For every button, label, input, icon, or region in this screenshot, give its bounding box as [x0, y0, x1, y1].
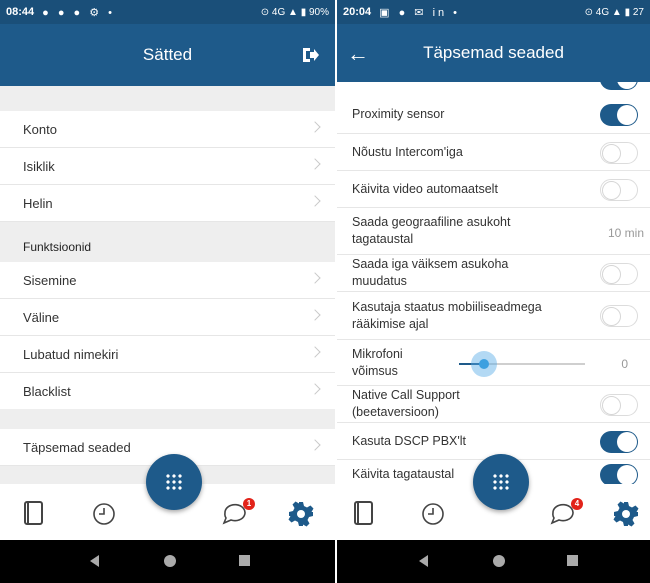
- chevron-right-icon: [309, 272, 321, 284]
- chevron-right-icon: [309, 195, 321, 207]
- toggle-switch[interactable]: [600, 82, 638, 90]
- page-title: Täpsemad seaded: [423, 43, 564, 62]
- settings-item-label: Blacklist: [23, 383, 71, 399]
- setting-label: Saada geograafiline asukoht tagataustal: [352, 215, 511, 246]
- divider: [0, 409, 335, 429]
- chevron-right-icon: [309, 439, 321, 451]
- status-bar: 08:44 ● ● ● ⚙ • ⊙ 4G ▲ ▮ 90%: [0, 0, 335, 24]
- recents-square-icon[interactable]: [567, 555, 578, 566]
- settings-item-label: Helin: [23, 195, 53, 211]
- system-nav-bar: [0, 540, 335, 583]
- logout-icon[interactable]: [301, 46, 319, 64]
- toggle-switch[interactable]: [600, 178, 638, 201]
- dialpad-icon: [492, 473, 510, 491]
- back-triangle-icon[interactable]: [90, 555, 99, 567]
- divider: [0, 86, 335, 111]
- section-label: Funktsioonid: [23, 240, 92, 254]
- history-clock-icon[interactable]: [421, 502, 445, 526]
- settings-item[interactable]: Lubatud nimekiri: [0, 336, 335, 373]
- chevron-right-icon: [309, 121, 321, 133]
- toggle-switch[interactable]: [600, 262, 638, 285]
- settings-item[interactable]: Sisemine: [0, 262, 335, 299]
- setting-row[interactable]: Nõustu Intercom'iga: [337, 134, 650, 171]
- setting-label: Native Call Support (beetaversioon): [352, 388, 460, 419]
- status-right: ⊙ 4G ▲ ▮ 90%: [260, 6, 329, 18]
- page-title: Sätted: [142, 45, 193, 64]
- recents-square-icon[interactable]: [239, 555, 250, 566]
- settings-item-label: Konto: [23, 121, 57, 137]
- settings-item-label: Lubatud nimekiri: [23, 346, 119, 362]
- advanced-settings-screen: 20:04 ▣ ● ✉ in • ⊙ 4G ▲ ▮ 27 ← Täpsemad …: [337, 0, 650, 583]
- toggle-switch[interactable]: [600, 430, 638, 453]
- dialpad-button[interactable]: [146, 454, 202, 510]
- notification-icons: ● ● ● ⚙ •: [42, 6, 116, 19]
- unread-badge: 1: [243, 498, 255, 510]
- system-nav-bar: [337, 540, 650, 583]
- toggle-switch[interactable]: [600, 464, 638, 484]
- setting-label: Kasuta DSCP PBX'lt: [352, 433, 467, 448]
- toggle-switch[interactable]: [600, 141, 638, 164]
- setting-row[interactable]: Saada iga väiksem asukoha muudatus: [337, 255, 650, 292]
- settings-gear-icon[interactable]: [613, 501, 639, 527]
- status-bar: 20:04 ▣ ● ✉ in • ⊙ 4G ▲ ▮ 27: [337, 0, 650, 24]
- settings-item-label: Sisemine: [23, 272, 77, 288]
- app-bar: Sätted: [0, 24, 335, 86]
- settings-item-label: Täpsemad seaded: [23, 439, 131, 455]
- setting-label: Saada iga väiksem asukoha muudatus: [352, 257, 509, 288]
- status-time: 08:44: [6, 6, 35, 18]
- setting-label: Proximity sensor: [352, 107, 445, 121]
- settings-item[interactable]: Väline: [0, 299, 335, 336]
- toggle-switch[interactable]: [600, 305, 638, 327]
- toggle-switch[interactable]: [600, 104, 638, 126]
- setting-row[interactable]: Kasutaja staatus mobiiliseadmega rääkimi…: [337, 292, 650, 340]
- setting-row[interactable]: Mikrofoni võimsus 0: [337, 340, 650, 386]
- contacts-book-icon[interactable]: [353, 500, 375, 526]
- settings-item[interactable]: Helin: [0, 185, 335, 222]
- setting-row[interactable]: Proximity sensor: [337, 96, 650, 134]
- home-circle-icon[interactable]: [164, 555, 176, 567]
- setting-label: Nõustu Intercom'iga: [352, 144, 463, 159]
- dialpad-button[interactable]: [473, 454, 529, 510]
- settings-item[interactable]: Konto: [0, 111, 335, 148]
- setting-row[interactable]: Käivita video automaatselt: [337, 171, 650, 208]
- settings-list: Proximity sensor Nõustu Intercom'iga Käivi…: [337, 82, 650, 484]
- unread-badge: 4: [571, 498, 583, 510]
- setting-label: Kasutaja staatus mobiiliseadmega rääkimi…: [352, 299, 542, 331]
- dialpad-icon: [165, 473, 183, 491]
- setting-label: Käivita video automaatselt: [352, 181, 498, 196]
- status-right: ⊙ 4G ▲ ▮ 27: [584, 6, 644, 18]
- setting-row[interactable]: Native Call Support (beetaversioon): [337, 386, 650, 423]
- chevron-right-icon: [309, 158, 321, 170]
- chevron-right-icon: [309, 346, 321, 358]
- toggle-switch[interactable]: [600, 393, 638, 416]
- status-time: 20:04: [343, 6, 372, 18]
- setting-label: Käivita tagataustal: [352, 467, 455, 481]
- setting-row[interactable]: Saada geograafiline asukoht tagataustal 1…: [337, 208, 650, 255]
- chevron-right-icon: [309, 309, 321, 321]
- settings-screen: 08:44 ● ● ● ⚙ • ⊙ 4G ▲ ▮ 90% Sätted Kont…: [0, 0, 335, 583]
- slider-knob[interactable]: [471, 351, 498, 377]
- slider-value: 0: [621, 357, 628, 371]
- settings-item-label: Väline: [23, 309, 60, 325]
- setting-label: Mikrofoni võimsus: [352, 346, 403, 378]
- settings-item-label: Isiklik: [23, 158, 55, 174]
- settings-item[interactable]: Isiklik: [0, 148, 335, 185]
- history-clock-icon[interactable]: [92, 502, 116, 526]
- section-header: Funktsioonid: [0, 222, 335, 262]
- contacts-book-icon[interactable]: [23, 500, 45, 526]
- chevron-right-icon: [309, 383, 321, 395]
- notification-icons: ▣ ● ✉ in •: [379, 6, 461, 19]
- settings-gear-icon[interactable]: [288, 501, 314, 527]
- home-circle-icon[interactable]: [493, 555, 505, 567]
- settings-item[interactable]: Blacklist: [0, 373, 335, 410]
- setting-value[interactable]: 10 min: [608, 225, 644, 242]
- back-triangle-icon[interactable]: [419, 555, 428, 567]
- app-bar: ← Täpsemad seaded: [337, 24, 650, 82]
